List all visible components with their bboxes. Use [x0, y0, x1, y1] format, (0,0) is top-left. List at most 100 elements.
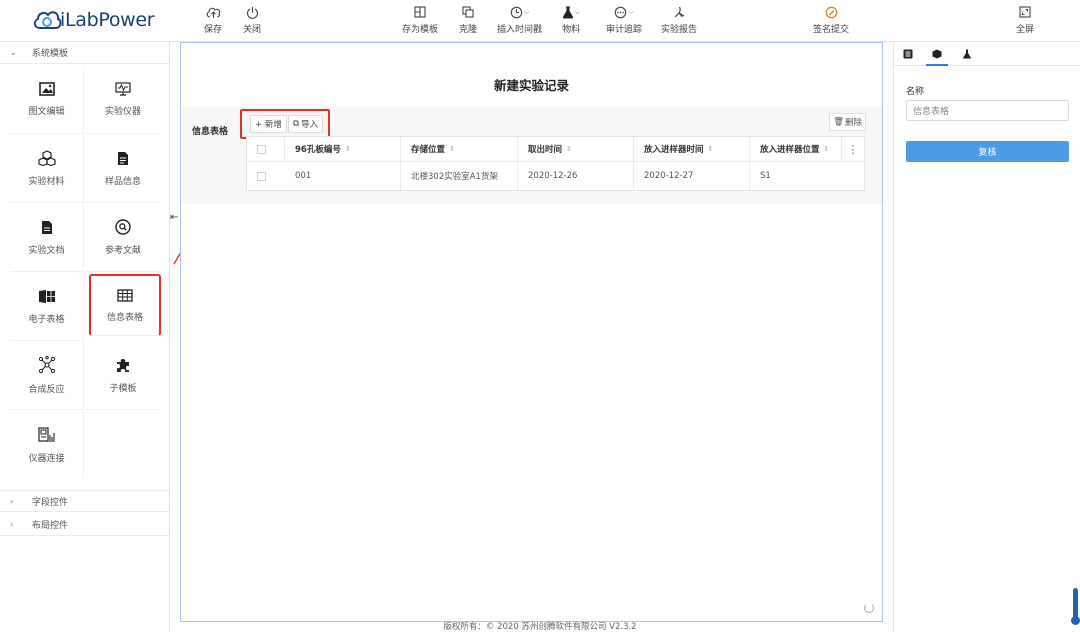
signature-icon [825, 5, 838, 19]
spreadsheet-icon [38, 289, 56, 304]
palette-item-materials[interactable]: 实验材料 [10, 135, 84, 203]
table-cell[interactable]: 2020-12-27 [634, 162, 750, 190]
column-header[interactable]: 96孔板编号 ⇕ [285, 137, 401, 161]
table-row[interactable]: 001 北楼302实验室A1货架 2020-12-26 2020-12-27 S… [247, 162, 864, 190]
sign-submit-button[interactable]: 签名提交 [813, 5, 849, 35]
delete-button[interactable]: 🗑 删除 [829, 113, 866, 131]
column-header[interactable]: 放入进样器时间 ⇕ [634, 137, 750, 161]
import-icon: ⧉ [293, 119, 300, 129]
sort-icon[interactable]: ⇕ [708, 145, 714, 153]
palette-item-experiment-doc[interactable]: 实验文档 [10, 204, 84, 272]
import-button[interactable]: ⧉ 导入 [288, 115, 324, 133]
image-text-icon [38, 82, 55, 96]
sort-icon[interactable]: ⇕ [566, 145, 572, 153]
tab-properties[interactable] [901, 48, 915, 60]
box-icon [932, 49, 942, 59]
flask-icon [962, 49, 972, 59]
save-button[interactable]: 保存 [204, 5, 222, 35]
palette-item-synthesis[interactable]: 合成反应 [10, 342, 84, 410]
table-icon [117, 288, 133, 302]
chevron-down-icon: ⌄ [10, 48, 17, 57]
save-as-template-button[interactable]: 存为模板 [402, 5, 438, 35]
palette-item-references[interactable]: 参考文献 [86, 204, 160, 272]
logo-cloud-icon [32, 8, 62, 32]
clone-button[interactable]: 克隆 [459, 5, 477, 35]
palette-item-image-text[interactable]: 图文编辑 [10, 66, 84, 134]
instrument-icon [115, 82, 131, 96]
audit-trail-button[interactable]: ⌵ 审计追踪 [606, 5, 642, 35]
template-icon [414, 5, 426, 19]
materials-button[interactable]: ⌵ 物料 [562, 5, 580, 35]
chevron-down-icon: ⌵ [523, 7, 530, 16]
review-button[interactable]: 复核 [906, 141, 1069, 162]
info-table-block: 信息表格 + 新增 ⧉ 导入 🗑 删除 96孔板编号 ⇕ 存储位置 ⇕ 取出时间… [182, 106, 882, 204]
tab-style[interactable] [930, 48, 944, 60]
name-label: 名称 [906, 87, 925, 97]
group-system-templates[interactable]: ⌄ 系统模板 [0, 42, 169, 64]
properties-tabs [894, 42, 1080, 66]
record-canvas: 新建实验记录 信息表格 + 新增 ⧉ 导入 🗑 删除 96孔板编号 ⇕ 存储位置… [180, 42, 883, 622]
logo-text: iLabPower [60, 9, 155, 31]
add-row-button[interactable]: + 新增 [250, 115, 287, 133]
sort-icon[interactable]: ⇕ [449, 145, 455, 153]
table-cell[interactable]: S1 [750, 162, 864, 190]
group-layout-controls[interactable]: › 布局控件 [0, 514, 169, 536]
active-tab-indicator [926, 64, 948, 66]
row-select-cell [247, 162, 285, 190]
info-table: 96孔板编号 ⇕ 存储位置 ⇕ 取出时间 ⇕ 放入进样器时间 ⇕ 放入进样器位置 ⇕ ⋮ [246, 136, 865, 191]
properties-panel: 名称 信息表格 复核 [893, 42, 1080, 632]
table-toolbar-highlight: + 新增 ⧉ 导入 [240, 109, 330, 139]
molecule-icon [38, 356, 56, 374]
info-table-label: 信息表格 [192, 127, 229, 137]
tab-lab[interactable] [960, 48, 974, 60]
close-button[interactable]: 关闭 [243, 5, 261, 35]
row-checkbox[interactable] [257, 171, 266, 181]
sort-icon[interactable]: ⇕ [824, 145, 830, 153]
pdf-icon [673, 5, 686, 19]
palette-item-spreadsheet[interactable]: 电子表格 [10, 273, 84, 341]
fullscreen-icon [1019, 5, 1031, 19]
puzzle-icon [115, 357, 131, 373]
column-menu-icon[interactable]: ⋮ [842, 137, 864, 161]
palette-item-sub-template[interactable]: 子模板 [86, 342, 160, 410]
palette-item-sample-info[interactable]: 样品信息 [86, 135, 160, 203]
list-icon [903, 49, 913, 59]
sort-icon[interactable]: ⇕ [345, 145, 351, 153]
table-cell[interactable]: 2020-12-26 [518, 162, 634, 190]
copy-icon [462, 5, 474, 19]
group-field-controls[interactable]: › 字段控件 [0, 490, 169, 512]
palette-item-instrument[interactable]: 实验仪器 [86, 66, 160, 134]
name-input[interactable]: 信息表格 [906, 100, 1069, 121]
palette-item-info-table[interactable]: 信息表格 [89, 274, 161, 336]
document-icon [117, 151, 129, 166]
chevron-down-icon: ⌵ [628, 7, 634, 16]
cubes-icon [37, 150, 56, 166]
flask-icon: ⌵ [562, 5, 580, 19]
trash-icon: 🗑 [833, 117, 844, 127]
top-toolbar: iLabPower 保存 关闭 存为模板 克隆 ⌵ 插入时间戳 ⌵ 物料 ⌵ 审… [0, 0, 1080, 42]
column-header[interactable]: 存储位置 ⇕ [401, 137, 518, 161]
page-title: 新建实验记录 [493, 78, 569, 93]
select-all-cell [247, 137, 285, 161]
chevron-right-icon: › [10, 496, 14, 506]
cloud-upload-icon [206, 5, 221, 19]
insert-timestamp-button[interactable]: ⌵ 插入时间戳 [497, 5, 542, 35]
file-icon [41, 220, 53, 235]
thermometer-icon [1071, 588, 1080, 625]
chevron-right-icon: › [10, 520, 14, 529]
column-header[interactable]: 取出时间 ⇕ [518, 137, 634, 161]
column-header[interactable]: 放入进样器位置 ⇕ [750, 137, 842, 161]
component-palette: ⌄ 系统模板 图文编辑 实验仪器 实验材料 样品信息 实验文档 参考文献 电子表… [0, 42, 170, 632]
fullscreen-button[interactable]: 全屏 [1016, 5, 1034, 35]
app-logo: iLabPower [32, 6, 155, 34]
experiment-report-button[interactable]: 实验报告 [661, 5, 697, 35]
clock-icon: ⌵ [510, 5, 529, 19]
chevron-down-icon: ⌵ [575, 7, 581, 16]
search-circle-icon [115, 219, 131, 235]
select-all-checkbox[interactable] [257, 144, 266, 154]
table-cell[interactable]: 北楼302实验室A1货架 [401, 162, 518, 190]
table-cell[interactable]: 001 [285, 162, 401, 190]
palette-item-instrument-link[interactable]: 仪器连接 [10, 411, 84, 479]
instrument-link-icon [37, 426, 56, 443]
loading-spinner-icon [864, 603, 874, 613]
